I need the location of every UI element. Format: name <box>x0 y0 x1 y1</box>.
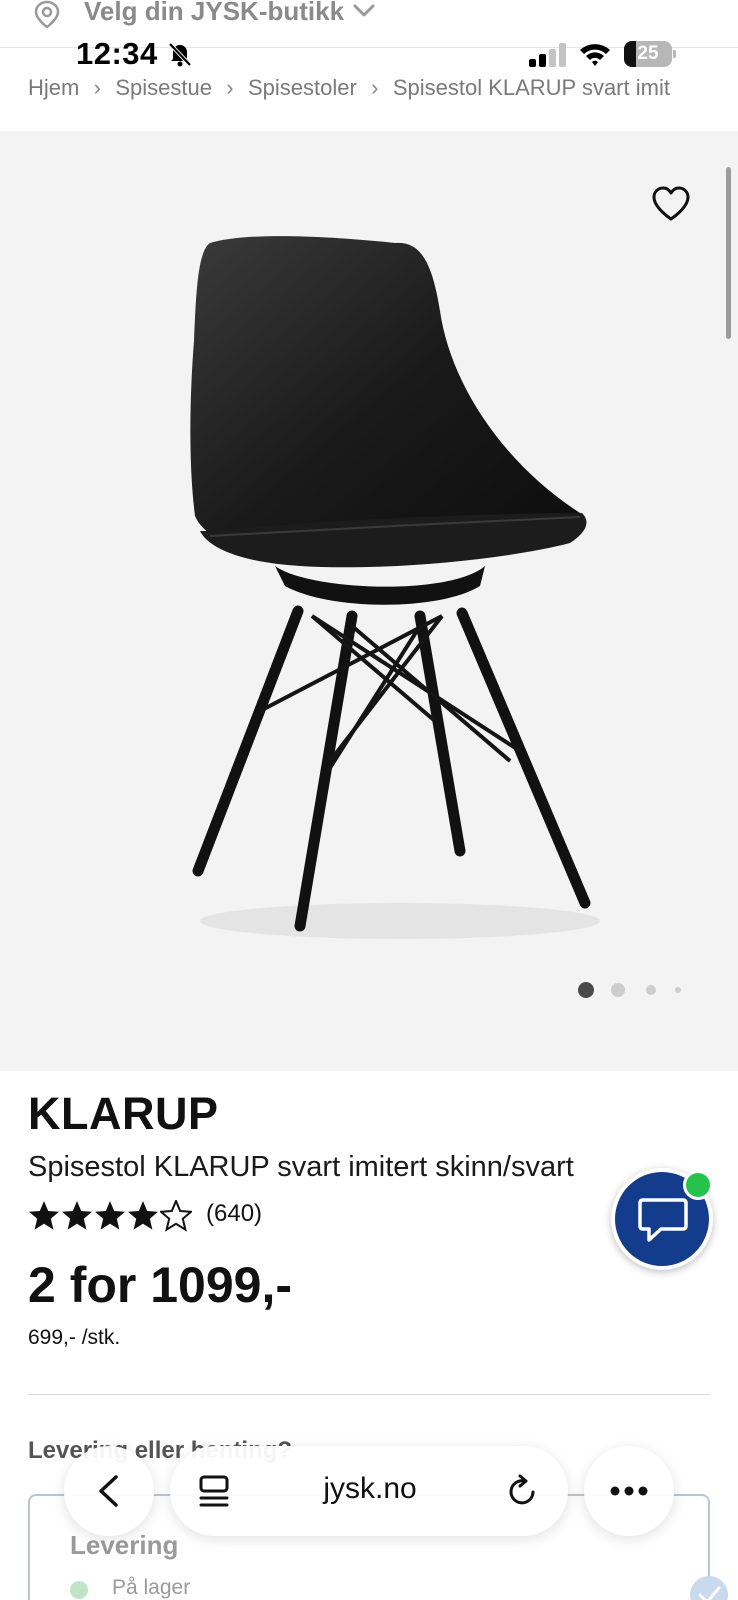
product-name: Spisestol KLARUP svart imitert skinn/sva… <box>28 1151 574 1183</box>
pagination-dot[interactable] <box>578 982 594 998</box>
chat-button[interactable] <box>611 1168 713 1270</box>
breadcrumb-item-current: Spisestol KLARUP svart imit <box>392 75 670 101</box>
breadcrumb-item-dining-room[interactable]: Spisestue <box>115 75 212 101</box>
breadcrumb-item-home[interactable]: Hjem <box>28 75 79 101</box>
review-count: (640) <box>206 1200 263 1227</box>
product-image-gallery[interactable] <box>0 131 738 1071</box>
pagination-dot[interactable] <box>611 983 625 997</box>
breadcrumb: Hjem › Spisestue › Spisestoler › Spisestol KLA… <box>28 74 738 110</box>
heart-icon[interactable] <box>651 186 691 222</box>
product-brand: KLARUP <box>28 1088 219 1139</box>
breadcrumb-item-dining-chairs[interactable]: Spisestoler <box>248 75 357 101</box>
more-icon <box>610 1486 648 1496</box>
breadcrumb-separator: › <box>371 75 379 101</box>
browser-address-bar[interactable]: jysk.no <box>170 1446 568 1536</box>
stock-status-dot <box>70 1581 88 1599</box>
breadcrumb-separator: › <box>226 75 234 101</box>
store-selector-label: Velg din JYSK-butikk <box>84 0 345 26</box>
browser-back-button[interactable] <box>64 1446 154 1536</box>
location-pin-icon <box>34 0 60 28</box>
back-arrow-icon <box>99 1475 118 1507</box>
status-time: 12:34 <box>76 36 158 71</box>
pagination-dot[interactable] <box>675 987 681 993</box>
reload-icon[interactable] <box>506 1474 538 1508</box>
check-icon <box>690 1576 728 1600</box>
unit-price: 699,- /stk. <box>28 1326 121 1349</box>
tabs-icon[interactable] <box>198 1474 230 1508</box>
battery-indicator: 25 <box>624 41 676 67</box>
scrollbar[interactable] <box>726 167 731 339</box>
cellular-signal-icon <box>529 43 566 67</box>
product-price: 2 for 1099,- <box>28 1257 293 1313</box>
delivery-option-title: Levering <box>70 1530 179 1560</box>
divider <box>28 1394 710 1395</box>
chevron-down-icon <box>353 4 375 17</box>
battery-level: 25 <box>637 43 659 64</box>
online-indicator <box>683 1170 713 1200</box>
star-rating-icon <box>29 1200 192 1231</box>
gallery-pagination <box>570 980 690 1000</box>
product-image <box>190 236 600 939</box>
status-bar: 12:34 25 <box>0 36 738 76</box>
wifi-icon <box>580 44 610 66</box>
stock-status: På lager <box>112 1576 191 1599</box>
breadcrumb-separator: › <box>93 75 101 101</box>
browser-url[interactable]: jysk.no <box>260 1472 480 1506</box>
pagination-dot[interactable] <box>646 985 656 995</box>
browser-more-button[interactable] <box>584 1446 674 1536</box>
bell-muted-icon <box>168 42 192 67</box>
chat-bubble-icon <box>638 1198 688 1242</box>
